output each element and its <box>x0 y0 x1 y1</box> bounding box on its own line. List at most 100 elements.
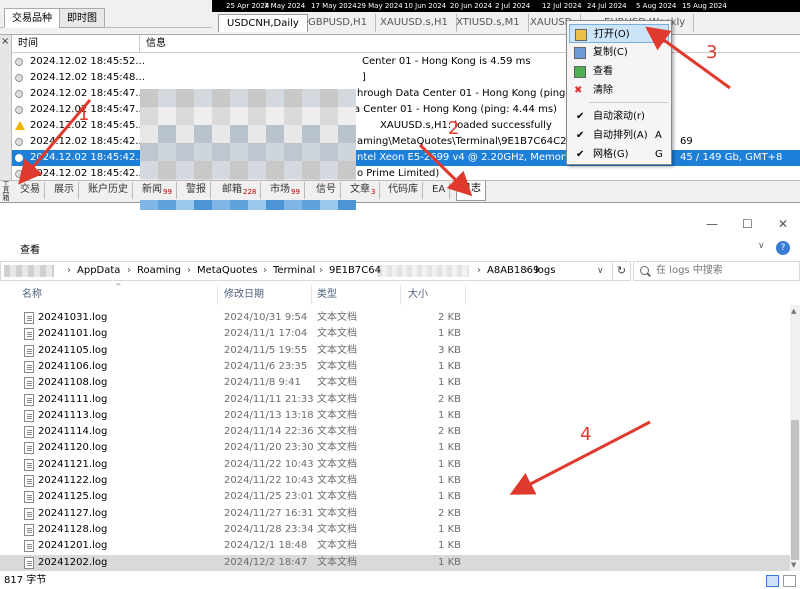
redacted-path <box>4 265 54 277</box>
file-row[interactable]: 20241031.log 2024/10/31 9:54 文本文档 2 KB <box>0 310 790 326</box>
file-row[interactable]: 20241127.log 2024/11/27 16:31 文本文档 2 KB <box>0 506 790 522</box>
scroll-up-icon[interactable]: ▲ <box>791 307 796 315</box>
redacted-tile <box>194 107 212 125</box>
status-bar: 817 字节 <box>0 573 800 589</box>
bottom-tab[interactable]: 文章3 <box>346 182 381 199</box>
file-row[interactable]: 20241128.log 2024/11/28 23:34 文本文档 1 KB <box>0 522 790 538</box>
column-date[interactable]: 修改日期 <box>220 285 312 305</box>
column-time[interactable]: 时间 <box>12 35 140 53</box>
breadcrumb-item[interactable]: Roaming <box>137 262 181 280</box>
details-view-icon[interactable] <box>766 575 779 587</box>
text-file-icon <box>24 328 34 341</box>
file-row[interactable]: 20241125.log 2024/11/25 23:01 文本文档 1 KB <box>0 489 790 505</box>
vertical-scrollbar[interactable]: ▲ ▼ <box>790 305 800 571</box>
chart-tab[interactable]: USDCNH,Daily <box>218 14 308 32</box>
chart-tab[interactable]: XTIUSD.s,M1 <box>448 14 529 32</box>
file-row[interactable]: 20241105.log 2024/11/5 19:55 文本文档 3 KB <box>0 343 790 359</box>
ribbon-tab-view[interactable]: 查看 <box>20 241 40 256</box>
bottom-tab[interactable]: 邮箱228 <box>218 182 262 199</box>
bottom-tab[interactable]: 市场99 <box>266 182 305 199</box>
file-size: 2 KB <box>438 426 461 438</box>
menu-item[interactable]: ✖ 清除 <box>569 81 669 100</box>
text-file-icon <box>24 540 34 553</box>
journal-time: 2024.12.02 18:45:42... <box>30 152 145 163</box>
help-icon[interactable]: ? <box>776 241 790 255</box>
chart-tab[interactable]: XAUUSD.s,H1 <box>372 14 457 32</box>
breadcrumb-item[interactable]: MetaQuotes <box>197 262 257 280</box>
bottom-tab[interactable]: 警报 <box>182 182 211 199</box>
journal-row[interactable]: 2024.12.02 18:45:47... a Center 01 - Hong… <box>12 102 800 118</box>
file-row[interactable]: 20241114.log 2024/11/14 22:36 文本文档 2 KB <box>0 424 790 440</box>
bottom-tab[interactable]: 交易 <box>16 182 45 199</box>
file-row[interactable]: 20241122.log 2024/11/22 10:43 文本文档 1 KB <box>0 473 790 489</box>
menu-item[interactable]: 打开(O) <box>569 24 669 43</box>
redacted-tile <box>248 125 266 143</box>
breadcrumb-item[interactable]: Terminal <box>273 262 315 280</box>
file-name: 20241108.log <box>38 377 108 389</box>
column-type[interactable]: 类型 <box>313 285 401 305</box>
menu-item[interactable]: ✔ 网格(G) G <box>569 145 669 164</box>
breadcrumb-item[interactable]: AppData <box>77 262 120 280</box>
menu-item[interactable]: 查看 <box>569 62 669 81</box>
maximize-button[interactable]: ☐ <box>742 217 753 231</box>
file-row[interactable]: 20241106.log 2024/11/6 23:35 文本文档 1 KB <box>0 359 790 375</box>
menu-item[interactable]: ✔ 自动滚动(r) <box>569 107 669 126</box>
file-type: 文本文档 <box>317 556 357 568</box>
file-row[interactable]: 20241111.log 2024/11/11 21:33 文本文档 2 KB <box>0 392 790 408</box>
journal-row[interactable]: 2024.12.02 18:45:42... ntel Xeon E5-2699 … <box>12 150 800 166</box>
file-row[interactable]: 20241202.log 2024/12/2 18:47 文本文档 1 KB <box>0 554 790 571</box>
tab-tick-chart[interactable]: 即时图 <box>59 8 105 28</box>
selection-size: 817 字节 <box>4 575 47 586</box>
scrollbar-thumb[interactable] <box>791 420 799 560</box>
file-row[interactable]: 20241201.log 2024/12/1 18:48 文本文档 1 KB <box>0 538 790 554</box>
file-type: 文本文档 <box>317 523 357 535</box>
bottom-tab[interactable]: 信号 <box>312 182 341 199</box>
bottom-tab[interactable]: 账户历史 <box>84 182 133 199</box>
file-row[interactable]: 20241113.log 2024/11/13 13:18 文本文档 1 KB <box>0 408 790 424</box>
column-message[interactable]: 信息 <box>140 35 800 53</box>
close-window-button[interactable]: ✕ <box>778 217 788 231</box>
file-name: 20241106.log <box>38 360 108 372</box>
minimize-button[interactable]: — <box>706 217 718 231</box>
tiles-view-icon[interactable] <box>783 575 796 587</box>
file-type: 文本文档 <box>317 409 357 421</box>
bottom-tab[interactable]: 新闻99 <box>138 182 177 199</box>
address-bar[interactable]: ∨ › AppData › Roaming › MetaQuotes › Terminal › 9… <box>0 261 613 281</box>
column-size[interactable]: 大小 <box>404 285 466 305</box>
journal-row[interactable]: 2024.12.02 18:45:52... Center 01 - Hong K… <box>12 54 800 70</box>
redacted-tile <box>338 143 356 161</box>
ribbon-collapse-icon[interactable]: ∨ <box>758 241 765 251</box>
menu-item[interactable]: ✔ 自动排列(A) A <box>569 126 669 145</box>
chart-tab[interactable]: GBPUSD,H1 <box>300 14 377 32</box>
search-input[interactable]: 在 logs 中搜索 <box>633 261 800 281</box>
journal-row[interactable]: 2024.12.02 18:45:48...] <box>12 70 800 86</box>
breadcrumb-item[interactable]: logs <box>535 262 555 280</box>
tab-symbols[interactable]: 交易品种 <box>4 8 60 28</box>
file-row[interactable]: 20241108.log 2024/11/8 9:41 文本文档 1 KB <box>0 375 790 391</box>
breadcrumb-item[interactable]: A8AB1869 <box>487 262 539 280</box>
date-tick-label: 2 Jul 2024 <box>495 2 531 10</box>
file-row[interactable]: 20241120.log 2024/11/20 23:30 文本文档 1 KB <box>0 440 790 456</box>
breadcrumb-item[interactable]: 9E1B7C64 <box>329 262 381 280</box>
refresh-icon[interactable]: ↻ <box>613 261 631 281</box>
column-name[interactable]: 名称 <box>18 285 218 305</box>
file-name: 20241122.log <box>38 475 108 486</box>
journal-row[interactable]: 2024.12.02 18:45:45... XAUUSD.s,H1: loade… <box>12 118 800 134</box>
file-list-header: ^ 名称 修改日期 类型 大小 <box>0 282 800 305</box>
file-row[interactable]: 20241121.log 2024/11/22 10:43 文本文档 1 KB <box>0 457 790 473</box>
bottom-tab[interactable]: 代码库 <box>384 182 423 199</box>
bottom-tab[interactable]: 日志 <box>456 181 486 201</box>
file-row[interactable]: 20241101.log 2024/11/1 17:04 文本文档 1 KB <box>0 326 790 342</box>
close-icon[interactable]: × <box>1 37 9 47</box>
redacted-tile <box>248 161 266 179</box>
bottom-tab[interactable]: 展示 <box>50 182 79 199</box>
bottom-tab[interactable]: EA <box>428 182 451 199</box>
journal-row[interactable]: 2024.12.02 18:45:42... aming\MetaQuotes\T… <box>12 134 800 150</box>
bottom-tab-label: 新闻 <box>142 184 162 195</box>
journal-row[interactable]: 2024.12.02 18:45:47... hrough Data Center… <box>12 86 800 102</box>
file-type: 文本文档 <box>317 491 357 503</box>
address-dropdown-icon[interactable]: ∨ <box>597 262 604 280</box>
menu-item[interactable]: 复制(C) <box>569 43 669 62</box>
scroll-down-icon[interactable]: ▼ <box>791 561 796 569</box>
journal-time: 2024.12.02 18:45:52... <box>30 56 145 67</box>
